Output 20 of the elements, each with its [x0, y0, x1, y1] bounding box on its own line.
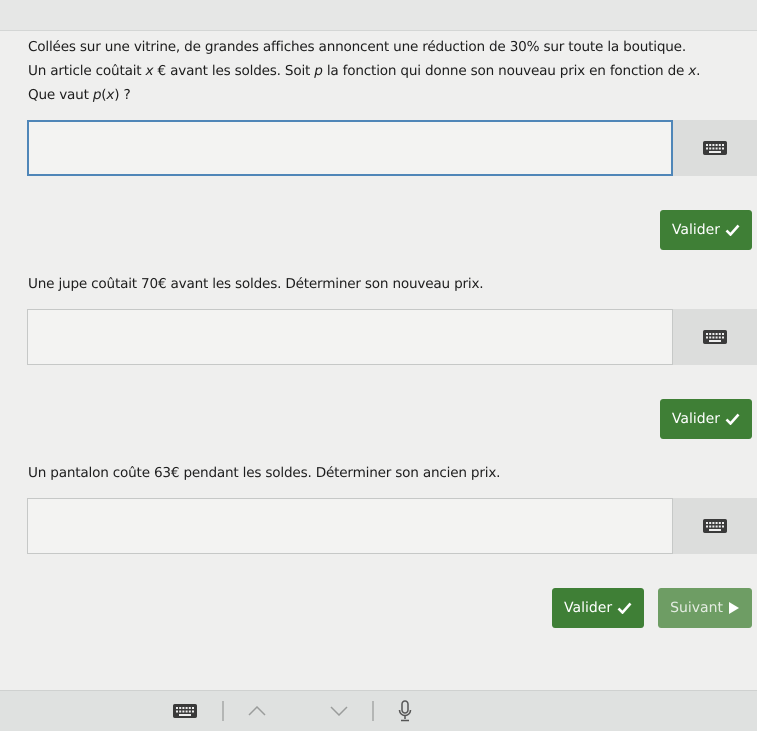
- validate-button[interactable]: Valider: [660, 399, 752, 439]
- question-text: Un article coûtait x € avant les soldes. Soit p la fonction qui donne son nouveau prix en fonction de x.: [28, 62, 702, 81]
- answer-field[interactable]: [27, 120, 673, 176]
- check-icon: [725, 224, 740, 236]
- answer-field[interactable]: [27, 498, 673, 554]
- question-text: Une jupe coûtait 70€ avant les soldes. Déterminer son nouveau prix.: [28, 275, 484, 294]
- check-icon: [617, 602, 632, 614]
- question-text: Collées sur une vitrine, de grandes affiches annoncent une réduction de 30% sur toute la boutique.: [28, 38, 687, 57]
- validate-button[interactable]: Valider: [552, 588, 644, 628]
- check-icon: [725, 413, 740, 425]
- microphone-icon[interactable]: [398, 700, 412, 722]
- answer-field[interactable]: [27, 309, 673, 365]
- keyboard-icon[interactable]: [702, 518, 728, 534]
- keyboard-icon[interactable]: [702, 140, 728, 156]
- keyboard-icon[interactable]: [702, 329, 728, 345]
- question-text: Que vaut p(x) ?: [28, 86, 132, 105]
- play-icon: [728, 601, 740, 615]
- keyboard-icon[interactable]: [172, 703, 198, 719]
- validate-button[interactable]: Valider: [660, 210, 752, 250]
- question-text: Un pantalon coûte 63€ pendant les soldes. Déterminer son ancien prix.: [28, 464, 502, 483]
